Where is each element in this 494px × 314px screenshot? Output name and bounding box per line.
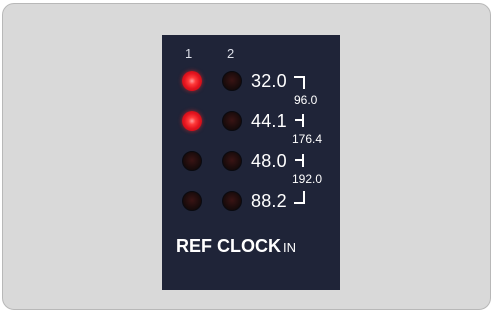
window-frame: 1 2 32.0 96.0 44.1 176.4 48.0 192.0 88.2… bbox=[2, 3, 491, 310]
bracket-48-tick bbox=[295, 159, 302, 161]
ref-clock-panel: 1 2 32.0 96.0 44.1 176.4 48.0 192.0 88.2… bbox=[162, 35, 340, 290]
bracket-88 bbox=[294, 191, 305, 204]
rate-label-44: 44.1 bbox=[251, 111, 287, 131]
led-1-32k bbox=[182, 71, 202, 91]
rate-label-48: 48.0 bbox=[251, 151, 287, 171]
led-1-48k bbox=[182, 151, 202, 171]
title-main: REF CLOCK bbox=[176, 236, 281, 256]
led-2-48k bbox=[222, 151, 242, 171]
sub-rate-176: 176.4 bbox=[292, 132, 323, 146]
column-header-1: 1 bbox=[185, 46, 193, 61]
rate-label-32: 32.0 bbox=[251, 71, 287, 91]
led-2-88k bbox=[222, 191, 242, 211]
rate-label-88: 88.2 bbox=[251, 191, 287, 211]
sub-rate-192: 192.0 bbox=[292, 172, 323, 186]
led-2-44k bbox=[222, 111, 242, 131]
led-1-88k bbox=[182, 191, 202, 211]
led-1-44k bbox=[182, 111, 202, 131]
title-suffix: IN bbox=[283, 240, 296, 255]
panel-title: REF CLOCK IN bbox=[176, 236, 296, 258]
column-header-2: 2 bbox=[227, 46, 235, 61]
bracket-44-tick bbox=[295, 119, 302, 121]
bracket-44-bar bbox=[302, 114, 304, 127]
bracket-32 bbox=[294, 76, 305, 89]
bracket-48-bar bbox=[302, 154, 304, 167]
sub-rate-96: 96.0 bbox=[294, 93, 318, 107]
led-2-32k bbox=[222, 71, 242, 91]
